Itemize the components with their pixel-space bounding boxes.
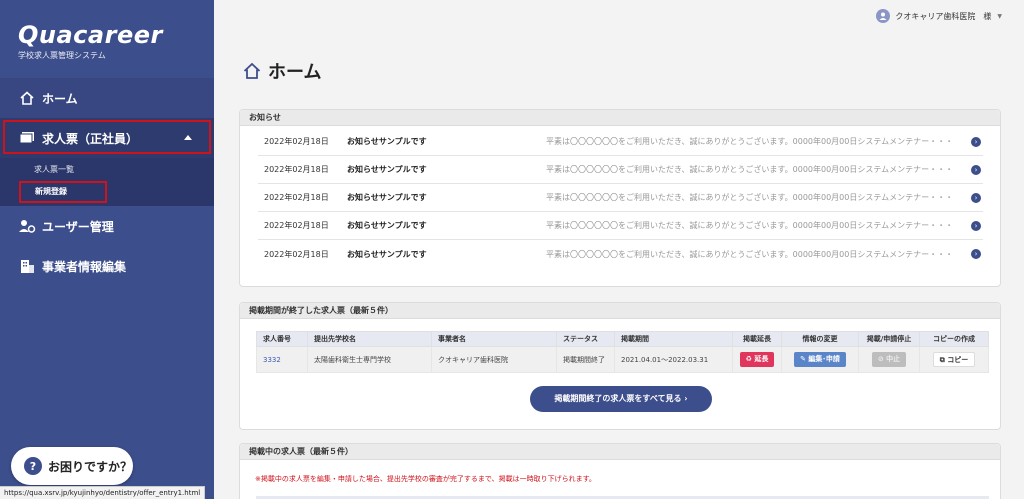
news-date: 2022年02月18日 bbox=[264, 249, 329, 259]
page-title-text: ホーム bbox=[268, 62, 322, 83]
help-button[interactable]: ? お困りですか？ bbox=[11, 447, 133, 485]
news-body: 平素は〇〇〇〇〇〇をご利用いただき、誠にありがとうございます。0000年00月0… bbox=[546, 249, 954, 259]
col-header: 掲載/申請停止 bbox=[858, 331, 920, 347]
news-list: 2022年02月18日 お知らせサンプルです 平素は〇〇〇〇〇〇をご利用いただき… bbox=[240, 128, 1000, 268]
logo[interactable]: Quacareer 学校求人票管理システム bbox=[0, 0, 214, 78]
sidebar-item-label: ホーム bbox=[42, 91, 78, 106]
col-header: 情報の変更 bbox=[781, 331, 859, 347]
col-header: 掲載期間 bbox=[614, 331, 733, 347]
user-avatar-icon bbox=[876, 9, 891, 23]
edit-apply-button[interactable]: ✎ 編集･申請 bbox=[794, 352, 846, 367]
highlight-box bbox=[3, 120, 211, 154]
chevron-down-icon: ▼ bbox=[997, 12, 1002, 20]
active-offers-panel: 掲載中の求人票（最新５件） ※掲載中の求人票を編集・申請した場合、提出先学校の審… bbox=[239, 443, 1001, 499]
news-date: 2022年02月18日 bbox=[264, 137, 329, 146]
news-item[interactable]: 2022年02月18日 お知らせサンプルです 平素は〇〇〇〇〇〇をご利用いただき… bbox=[258, 212, 983, 240]
copy-cell: ⧉ コピー bbox=[919, 346, 989, 373]
news-body: 平素は〇〇〇〇〇〇をご利用いただき、誠にありがとうございます。0000年00月0… bbox=[546, 221, 954, 230]
user-menu[interactable]: クオキャリア歯科医院 様 ▼ bbox=[876, 9, 1002, 23]
warning-text: ※掲載中の求人票を編集・申請した場合、提出先学校の審査が完了するまで、掲載は一時… bbox=[255, 475, 596, 483]
user-name: クオキャリア歯科医院 様 bbox=[895, 11, 992, 21]
col-header: 事業者名 bbox=[431, 331, 557, 347]
sidebar-item-label: 事業者情報編集 bbox=[42, 259, 127, 274]
news-date: 2022年02月18日 bbox=[264, 165, 329, 174]
extend-cell: ♻ 延長 bbox=[732, 346, 782, 373]
sidebar-item-users[interactable]: ユーザー管理 bbox=[0, 206, 214, 246]
expired-offers-table: 求人番号 提出先学校名 事業者名 ステータス 掲載期間 掲載延長 情報の変更 掲… bbox=[256, 331, 989, 373]
users-gear-icon bbox=[18, 217, 36, 235]
news-item[interactable]: 2022年02月18日 お知らせサンプルです 平素は〇〇〇〇〇〇をご利用いただき… bbox=[258, 128, 983, 156]
home-icon bbox=[242, 61, 262, 81]
browser-status-url: https://qua.xsrv.jp/kyujinhyo/dentistry/… bbox=[0, 486, 206, 499]
stop-button[interactable]: ⊘ 中止 bbox=[871, 352, 907, 367]
sidebar: Quacareer 学校求人票管理システム ホーム 求人票（正社員） 求人票一覧… bbox=[0, 0, 214, 499]
home-icon bbox=[18, 89, 36, 107]
main-content: クオキャリア歯科医院 様 ▼ ホーム お知らせ 2022年02月18日 お知らせ… bbox=[214, 0, 1024, 499]
chevron-right-icon[interactable]: › bbox=[971, 136, 981, 147]
chevron-right-icon[interactable]: › bbox=[971, 249, 981, 259]
table-header-row: 求人番号 提出先学校名 事業者名 ステータス 掲載期間 掲載延長 情報の変更 掲… bbox=[256, 331, 989, 347]
subnav-new-entry[interactable]: 新規登録 bbox=[19, 181, 107, 203]
school-name: 太陽歯科衛生士専門学校 bbox=[307, 346, 432, 373]
caret-up-icon bbox=[184, 135, 192, 140]
news-body: 平素は〇〇〇〇〇〇をご利用いただき、誠にありがとうございます。0000年00月0… bbox=[546, 193, 954, 202]
sidebar-item-job-offers[interactable]: 求人票（正社員） bbox=[0, 118, 214, 158]
news-panel: お知らせ 2022年02月18日 お知らせサンプルです 平素は〇〇〇〇〇〇をご利… bbox=[239, 109, 1001, 287]
news-date: 2022年02月18日 bbox=[264, 221, 329, 230]
expired-heading: 掲載期間が終了した求人票（最新５件） bbox=[240, 303, 1000, 319]
chevron-right-icon[interactable]: › bbox=[971, 220, 981, 231]
logo-subtitle: 学校求人票管理システム bbox=[18, 51, 106, 60]
copy-label: コピー bbox=[947, 356, 969, 364]
edit-cell: ✎ 編集･申請 bbox=[781, 346, 859, 373]
page-title: ホーム bbox=[242, 58, 321, 84]
active-heading: 掲載中の求人票（最新５件） bbox=[240, 444, 1000, 460]
sidebar-nav: ホーム 求人票（正社員） 求人票一覧 新規登録 ユーザー管理 事業者情報編集 bbox=[0, 78, 214, 286]
stop-cell: ⊘ 中止 bbox=[858, 346, 920, 373]
offer-id-link[interactable]: 3332 bbox=[256, 346, 308, 373]
company-name: クオキャリア歯科医院 bbox=[431, 346, 557, 373]
col-header: 提出先学校名 bbox=[307, 331, 432, 347]
news-item[interactable]: 2022年02月18日 お知らせサンプルです 平素は〇〇〇〇〇〇をご利用いただき… bbox=[258, 156, 983, 184]
copy-button[interactable]: ⧉ コピー bbox=[932, 352, 976, 367]
building-icon bbox=[18, 257, 36, 275]
sidebar-subnav: 求人票一覧 新規登録 bbox=[0, 158, 214, 206]
edit-label: 編集･申請 bbox=[808, 355, 840, 363]
extend-label: 延長 bbox=[754, 355, 769, 363]
extend-button[interactable]: ♻ 延長 bbox=[739, 352, 775, 367]
table-row: 3332 太陽歯科衛生士専門学校 クオキャリア歯科医院 掲載期間終了 2021.… bbox=[256, 346, 989, 373]
news-date: 2022年02月18日 bbox=[264, 193, 329, 202]
news-title: お知らせサンプルです bbox=[347, 249, 427, 259]
question-icon: ? bbox=[24, 457, 42, 475]
status-text: 掲載期間終了 bbox=[556, 346, 615, 373]
news-item[interactable]: 2022年02月18日 お知らせサンプルです 平素は〇〇〇〇〇〇をご利用いただき… bbox=[258, 184, 983, 212]
subnav-offer-list[interactable]: 求人票一覧 bbox=[0, 162, 214, 178]
logo-title: Quacareer bbox=[18, 21, 163, 49]
sidebar-item-business-info[interactable]: 事業者情報編集 bbox=[0, 246, 214, 286]
period-text: 2021.04.01～2022.03.31 bbox=[614, 346, 733, 373]
see-all-expired-button[interactable]: 掲載期間終了の求人票をすべて見る › bbox=[530, 386, 712, 412]
news-title: お知らせサンプルです bbox=[347, 165, 427, 174]
help-label: お困りですか？ bbox=[48, 459, 133, 474]
col-header: コピーの作成 bbox=[919, 331, 989, 347]
news-body: 平素は〇〇〇〇〇〇をご利用いただき、誠にありがとうございます。0000年00月0… bbox=[546, 165, 954, 174]
news-item[interactable]: 2022年02月18日 お知らせサンプルです 平素は〇〇〇〇〇〇をご利用いただき… bbox=[258, 240, 983, 268]
col-header: 求人番号 bbox=[256, 331, 308, 347]
sidebar-item-label: ユーザー管理 bbox=[42, 219, 114, 234]
news-body: 平素は〇〇〇〇〇〇をご利用いただき、誠にありがとうございます。0000年00月0… bbox=[546, 137, 954, 146]
news-heading: お知らせ bbox=[240, 110, 1000, 126]
chevron-right-icon[interactable]: › bbox=[971, 192, 981, 203]
expired-offers-panel: 掲載期間が終了した求人票（最新５件） 求人番号 提出先学校名 事業者名 ステータ… bbox=[239, 302, 1001, 430]
stop-label: 中止 bbox=[886, 355, 901, 363]
col-header: ステータス bbox=[556, 331, 615, 347]
chevron-right-icon[interactable]: › bbox=[971, 164, 981, 175]
news-title: お知らせサンプルです bbox=[347, 221, 427, 230]
col-header: 掲載延長 bbox=[732, 331, 782, 347]
news-title: お知らせサンプルです bbox=[347, 137, 427, 146]
sidebar-item-home[interactable]: ホーム bbox=[0, 78, 214, 118]
news-title: お知らせサンプルです bbox=[347, 193, 427, 202]
